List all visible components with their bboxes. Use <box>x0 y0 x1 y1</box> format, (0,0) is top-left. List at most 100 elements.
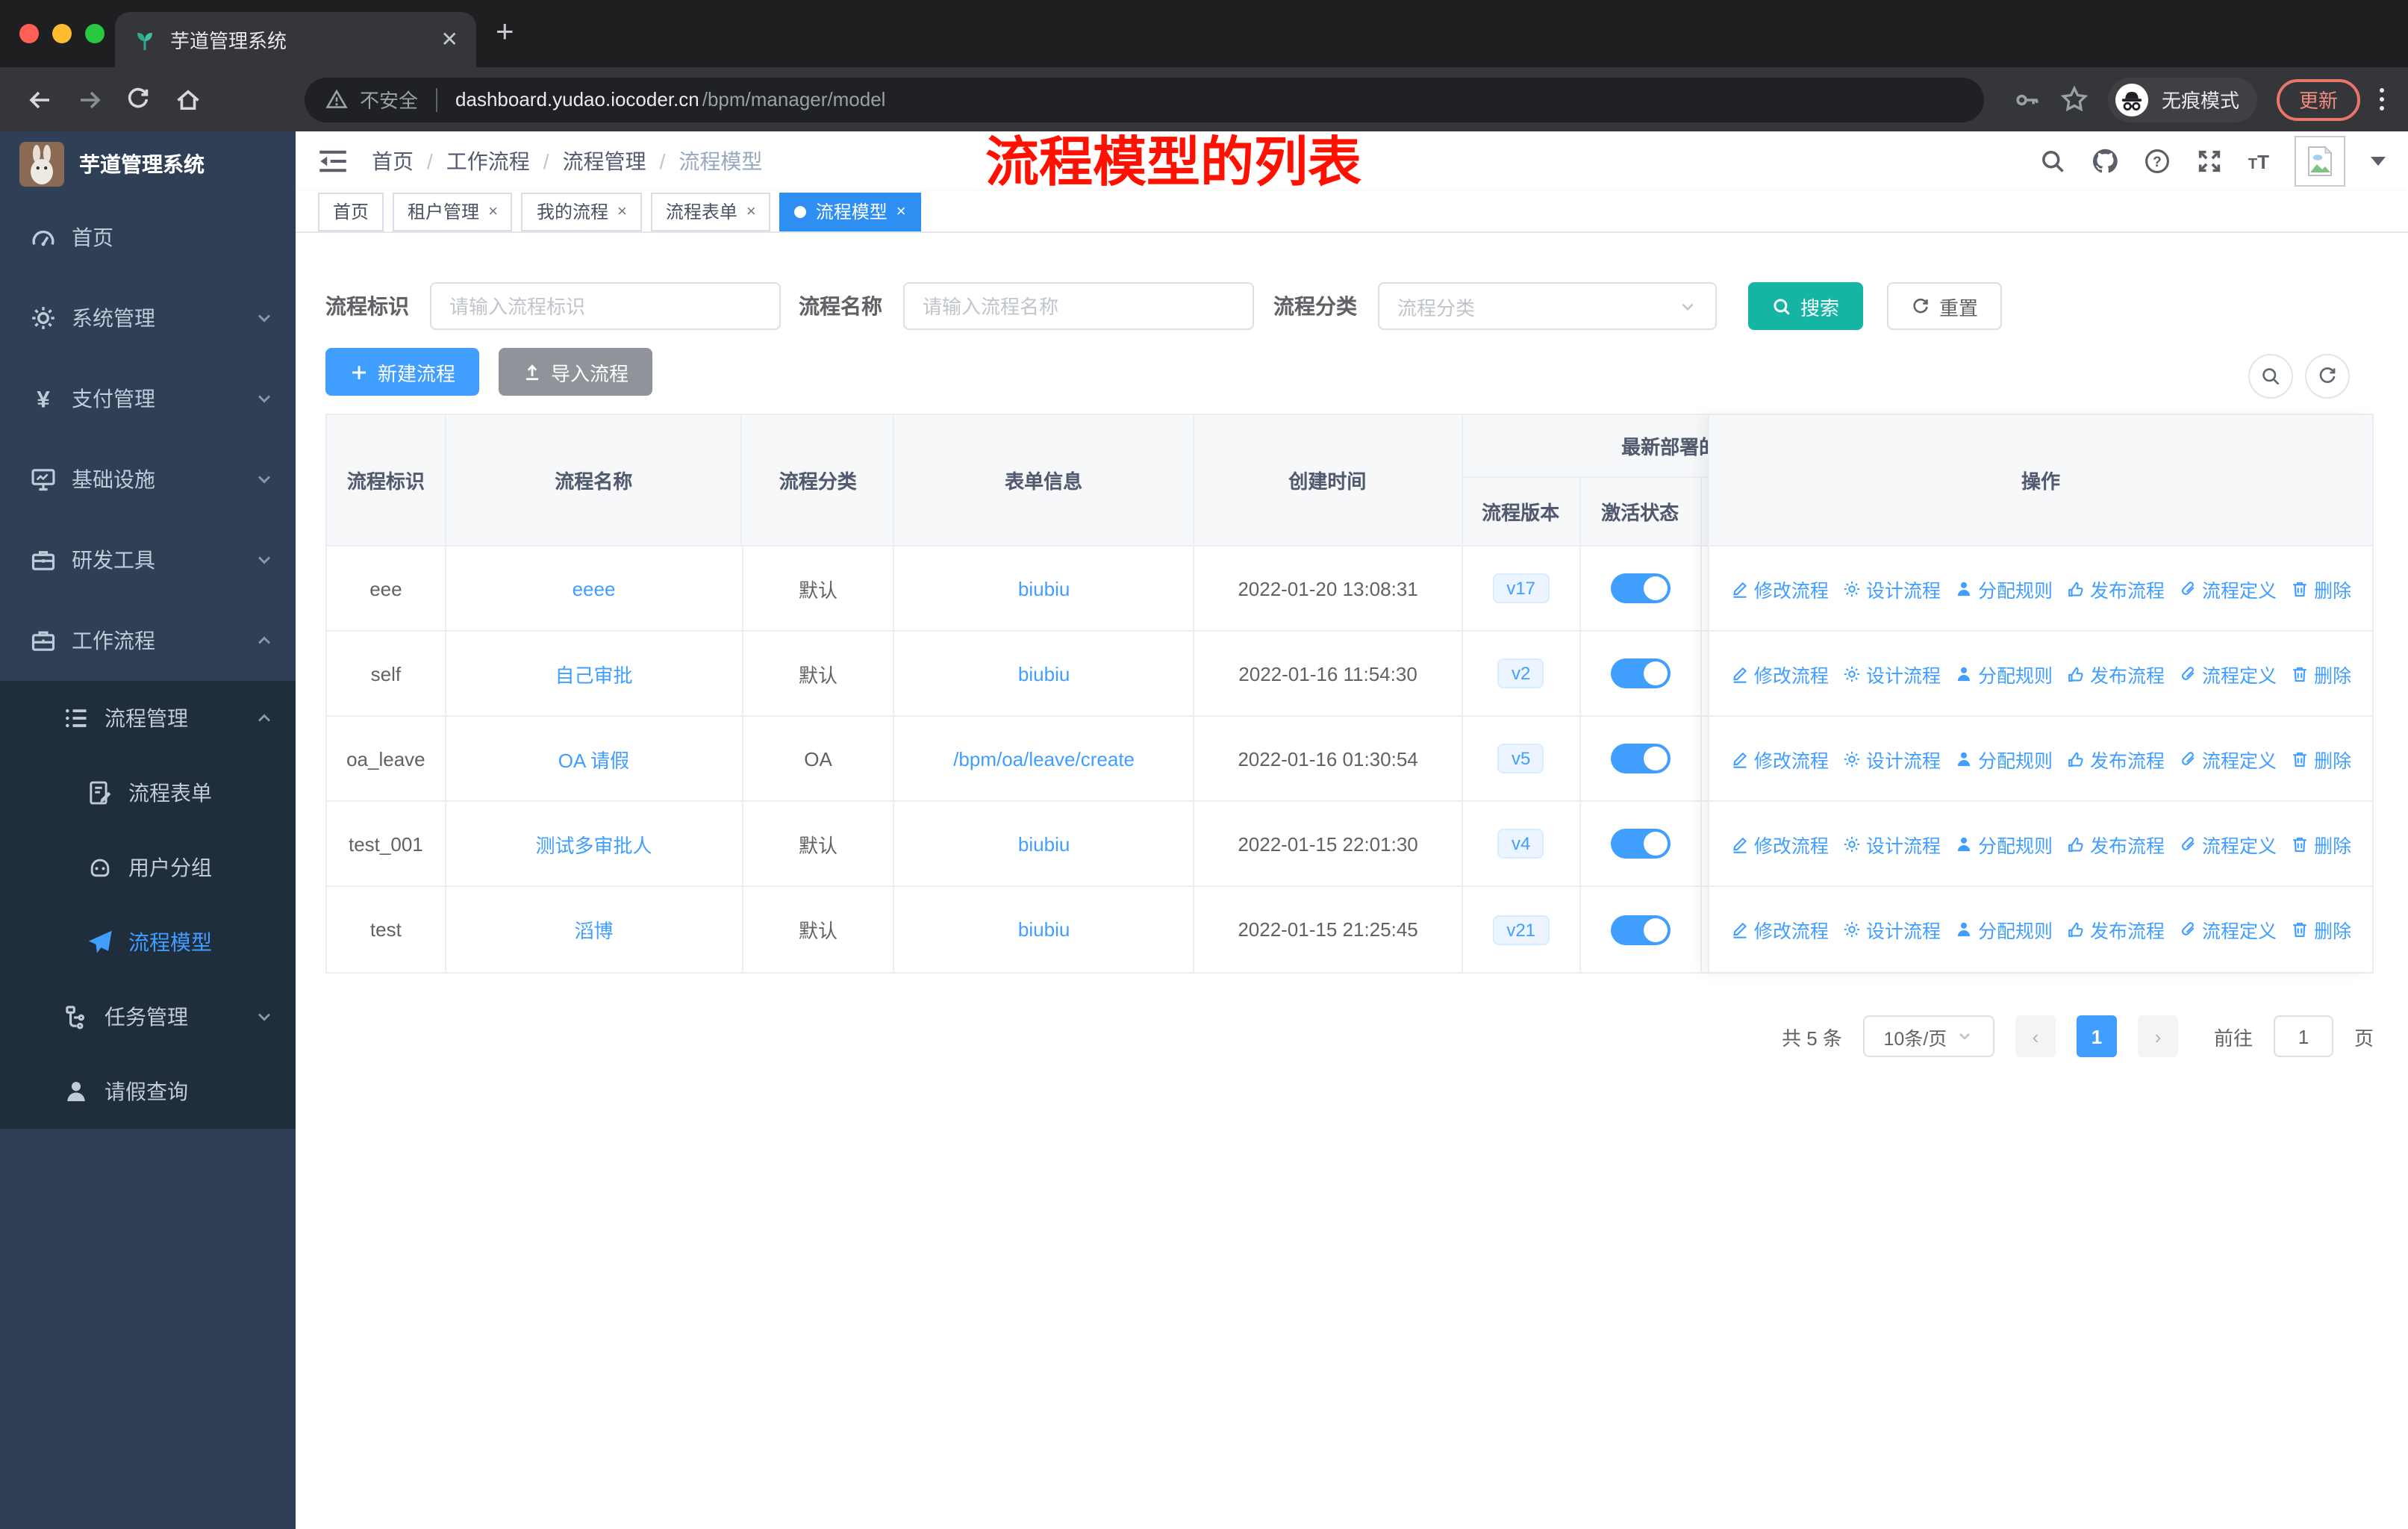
action-delete[interactable]: 删除 <box>2290 829 2351 858</box>
goto-page-input[interactable] <box>2273 1015 2333 1057</box>
back-icon[interactable] <box>15 77 64 122</box>
action-assign[interactable]: 分配规则 <box>1954 744 2053 773</box>
filter-id-input[interactable] <box>430 282 781 330</box>
help-icon[interactable]: ? <box>2144 148 2171 175</box>
form-info-link[interactable]: /bpm/oa/leave/create <box>953 747 1135 770</box>
tag-close-icon[interactable]: × <box>896 202 906 220</box>
sidebar-item-home[interactable]: 首页 <box>0 197 296 278</box>
update-button[interactable]: 更新 <box>2276 78 2360 120</box>
next-page-button[interactable]: › <box>2137 1015 2178 1057</box>
github-icon[interactable] <box>2092 148 2118 175</box>
active-toggle[interactable] <box>1610 744 1671 773</box>
active-toggle[interactable] <box>1610 658 1671 688</box>
action-publish[interactable]: 发布流程 <box>2066 574 2165 602</box>
action-assign[interactable]: 分配规则 <box>1954 574 2053 602</box>
breadcrumb-item[interactable]: 首页 <box>372 146 414 176</box>
action-edit[interactable]: 修改流程 <box>1730 744 1829 773</box>
form-info-link[interactable]: biubiu <box>1018 662 1070 685</box>
table-search-toggle-button[interactable] <box>2248 354 2293 399</box>
sidebar-item-system[interactable]: 系统管理 <box>0 278 296 358</box>
tag-close-icon[interactable]: × <box>488 202 498 220</box>
filter-category-select[interactable]: 流程分类 <box>1378 282 1717 330</box>
sidebar-item-process-model[interactable]: 流程模型 <box>0 905 296 980</box>
page-1-button[interactable]: 1 <box>2076 1015 2117 1057</box>
action-publish[interactable]: 发布流程 <box>2066 829 2165 858</box>
action-publish[interactable]: 发布流程 <box>2066 659 2165 688</box>
action-definition[interactable]: 流程定义 <box>2178 744 2277 773</box>
address-bar[interactable]: 不安全 dashboard.yudao.iocoder.cn/bpm/manag… <box>305 77 1984 122</box>
sidebar-item-workflow[interactable]: 工作流程 <box>0 600 296 681</box>
search-button[interactable]: 搜索 <box>1748 282 1864 330</box>
sidebar-item-leave-query[interactable]: 请假查询 <box>0 1054 296 1129</box>
tag-租户管理[interactable]: 租户管理 × <box>393 192 513 231</box>
window-zoom-button[interactable] <box>85 24 105 43</box>
sidebar-item-infrastructure[interactable]: 基础设施 <box>0 439 296 520</box>
security-label[interactable]: 不安全 <box>360 85 418 113</box>
tag-流程模型[interactable]: 流程模型 × <box>779 192 921 231</box>
active-toggle[interactable] <box>1610 573 1671 603</box>
action-delete[interactable]: 删除 <box>2290 659 2351 688</box>
action-assign[interactable]: 分配规则 <box>1954 915 2053 944</box>
prev-page-button[interactable]: ‹ <box>2015 1015 2056 1057</box>
chevron-down-icon[interactable] <box>2371 157 2386 166</box>
sidebar-item-task-mgmt[interactable]: 任务管理 <box>0 980 296 1054</box>
page-size-select[interactable]: 10条/页 <box>1862 1015 1994 1057</box>
font-size-icon[interactable]: TT <box>2248 150 2269 172</box>
form-info-link[interactable]: biubiu <box>1018 577 1070 600</box>
search-icon[interactable] <box>2039 148 2066 175</box>
new-tab-button[interactable]: + <box>496 16 514 48</box>
action-design[interactable]: 设计流程 <box>1842 659 1941 688</box>
window-close-button[interactable] <box>19 24 39 43</box>
active-toggle[interactable] <box>1610 915 1671 944</box>
breadcrumb-item[interactable]: 工作流程 <box>446 146 530 176</box>
action-design[interactable]: 设计流程 <box>1842 915 1941 944</box>
tag-close-icon[interactable]: × <box>617 202 627 220</box>
browser-tab[interactable]: 芋道管理系统 ✕ <box>115 12 476 67</box>
action-definition[interactable]: 流程定义 <box>2178 659 2277 688</box>
key-icon[interactable] <box>2014 86 2041 113</box>
reload-icon[interactable] <box>113 77 163 122</box>
process-name-link[interactable]: 测试多审批人 <box>535 829 652 858</box>
sidebar-collapse-icon[interactable] <box>318 148 348 175</box>
process-name-link[interactable]: 自己审批 <box>555 659 632 688</box>
avatar[interactable] <box>2295 136 2345 187</box>
active-toggle[interactable] <box>1610 829 1671 859</box>
tag-流程表单[interactable]: 流程表单 × <box>650 192 771 231</box>
process-name-link[interactable]: 滔博 <box>574 915 613 944</box>
breadcrumb-item[interactable]: 流程管理 <box>563 146 646 176</box>
sidebar-item-process-mgmt[interactable]: 流程管理 <box>0 681 296 756</box>
action-assign[interactable]: 分配规则 <box>1954 659 2053 688</box>
sidebar-item-user-group[interactable]: 用户分组 <box>0 830 296 905</box>
action-design[interactable]: 设计流程 <box>1842 744 1941 773</box>
process-name-link[interactable]: eeee <box>573 577 616 600</box>
tag-首页[interactable]: 首页 <box>318 192 384 231</box>
action-edit[interactable]: 修改流程 <box>1730 574 1829 602</box>
action-assign[interactable]: 分配规则 <box>1954 829 2053 858</box>
sidebar-item-devtools[interactable]: 研发工具 <box>0 520 296 600</box>
browser-menu-icon[interactable] <box>2380 88 2384 110</box>
form-info-link[interactable]: biubiu <box>1018 832 1070 855</box>
home-icon[interactable] <box>163 77 212 122</box>
action-publish[interactable]: 发布流程 <box>2066 744 2165 773</box>
action-design[interactable]: 设计流程 <box>1842 829 1941 858</box>
action-edit[interactable]: 修改流程 <box>1730 915 1829 944</box>
table-refresh-button[interactable] <box>2305 354 2350 399</box>
action-edit[interactable]: 修改流程 <box>1730 829 1829 858</box>
tag-close-icon[interactable]: × <box>746 202 756 220</box>
forward-icon[interactable] <box>64 77 113 122</box>
window-minimize-button[interactable] <box>52 24 72 43</box>
bookmark-star-icon[interactable] <box>2060 85 2089 113</box>
import-process-button[interactable]: 导入流程 <box>499 348 653 396</box>
sidebar-logo-row[interactable]: 芋道管理系统 <box>0 131 296 197</box>
form-info-link[interactable]: biubiu <box>1018 918 1070 941</box>
process-name-link[interactable]: OA 请假 <box>558 744 629 773</box>
sidebar-item-process-form[interactable]: 流程表单 <box>0 756 296 830</box>
action-edit[interactable]: 修改流程 <box>1730 659 1829 688</box>
action-delete[interactable]: 删除 <box>2290 574 2351 602</box>
action-definition[interactable]: 流程定义 <box>2178 574 2277 602</box>
reset-button[interactable]: 重置 <box>1887 282 2003 330</box>
create-process-button[interactable]: 新建流程 <box>325 348 480 396</box>
fullscreen-icon[interactable] <box>2196 148 2223 175</box>
filter-name-input[interactable] <box>903 282 1254 330</box>
action-definition[interactable]: 流程定义 <box>2178 915 2277 944</box>
